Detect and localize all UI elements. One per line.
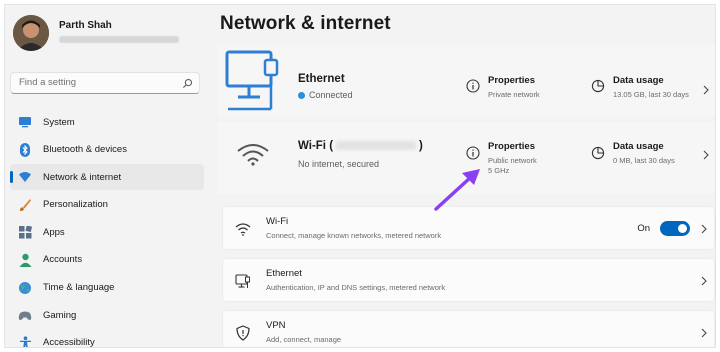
wifi-toggle-state: On	[637, 223, 650, 234]
wifi-properties-band: 5 GHz	[488, 166, 510, 175]
row-title: Ethernet	[266, 268, 302, 279]
chevron-right-icon	[703, 150, 709, 160]
wifi-name: Wi-Fi ()	[298, 140, 423, 152]
sidebar-item-accessibility[interactable]: Accessibility	[10, 330, 204, 348]
sidebar-nav: System Bluetooth & devices Network & int…	[10, 109, 204, 348]
user-name: Parth Shah	[59, 20, 112, 31]
wifi-settings-row[interactable]: Wi-Fi Connect, manage known networks, me…	[222, 206, 715, 250]
sidebar-item-accounts[interactable]: Accounts	[10, 247, 204, 273]
ethernet-usage-title: Data usage	[613, 75, 664, 86]
data-usage-icon	[591, 146, 605, 160]
person-icon	[18, 253, 32, 267]
avatar	[13, 15, 49, 51]
wifi-properties-title: Properties	[488, 141, 535, 152]
sidebar-item-label: Accounts	[43, 254, 83, 266]
sidebar-item-label: Personalization	[43, 199, 108, 211]
ethernet-computer-icon	[225, 50, 279, 111]
row-subtitle: Add, connect, manage	[266, 335, 342, 344]
ethernet-name: Ethernet	[298, 73, 345, 85]
info-icon	[466, 79, 480, 93]
wifi-icon	[235, 223, 251, 236]
ethernet-data-usage-link[interactable]: Data usage 13.05 GB, last 30 days	[591, 75, 715, 105]
search-input[interactable]	[19, 77, 179, 88]
bluetooth-icon	[18, 142, 32, 157]
wifi-usage-title: Data usage	[613, 141, 664, 152]
sidebar-item-label: Bluetooth & devices	[43, 144, 127, 156]
data-usage-icon	[591, 79, 605, 93]
wifi-toggle[interactable]	[660, 221, 690, 236]
main-content: Network & internet Ethernet Connected Pr…	[218, 5, 715, 347]
apps-icon	[18, 225, 32, 239]
wifi-signal-icon	[237, 144, 269, 166]
wifi-name-suffix: )	[419, 140, 423, 152]
wifi-properties-sub: Public network	[488, 156, 537, 165]
vpn-settings-row[interactable]: VPN Add, connect, manage	[222, 310, 715, 347]
ethernet-status-text: Connected	[309, 90, 353, 100]
sidebar-item-label: Apps	[43, 226, 65, 238]
wifi-name-prefix: Wi-Fi (	[298, 140, 334, 152]
ethernet-icon	[235, 274, 250, 288]
chevron-right-icon	[701, 328, 707, 338]
row-title: Wi-Fi	[266, 216, 289, 227]
sidebar-item-gaming[interactable]: Gaming	[10, 302, 204, 328]
ethernet-properties-link[interactable]: Properties Private network	[466, 75, 586, 105]
ethernet-properties-sub: Private network	[488, 90, 540, 99]
sidebar-item-apps[interactable]: Apps	[10, 219, 204, 245]
wifi-status: No internet, secured	[298, 159, 380, 169]
sidebar-item-label: Accessibility	[43, 337, 95, 348]
sidebar-item-label: Gaming	[43, 309, 77, 321]
user-email-redacted	[59, 36, 179, 43]
sidebar: Parth Shah System Bluetooth & devices	[5, 5, 210, 348]
wifi-ssid-redacted	[336, 141, 417, 150]
info-icon	[466, 146, 480, 160]
sidebar-item-label: System	[43, 116, 75, 128]
row-subtitle: Authentication, IP and DNS settings, met…	[266, 283, 446, 292]
shield-icon	[236, 325, 250, 341]
wifi-usage-sub: 0 MB, last 30 days	[613, 156, 675, 165]
wifi-data-usage-link[interactable]: Data usage 0 MB, last 30 days	[591, 141, 715, 171]
chevron-right-icon	[703, 85, 709, 95]
wifi-icon	[18, 170, 32, 184]
row-subtitle: Connect, manage known networks, metered …	[266, 231, 442, 240]
wifi-properties-link[interactable]: Properties Public network 5 GHz	[466, 141, 586, 179]
brush-icon	[18, 198, 32, 212]
chevron-right-icon	[701, 276, 707, 286]
sidebar-item-label: Network & internet	[43, 171, 122, 183]
settings-window: Parth Shah System Bluetooth & devices	[4, 4, 716, 348]
sidebar-item-time-language[interactable]: Time & language	[10, 275, 204, 301]
controller-icon	[18, 308, 32, 322]
sidebar-item-system[interactable]: System	[10, 109, 204, 135]
ethernet-summary-card: Ethernet Connected Properties Private ne…	[218, 45, 715, 117]
chevron-right-icon	[701, 224, 707, 234]
sidebar-item-network[interactable]: Network & internet	[10, 164, 204, 191]
monitor-icon	[18, 115, 32, 129]
ethernet-settings-row[interactable]: Ethernet Authentication, IP and DNS sett…	[222, 258, 715, 302]
ethernet-usage-sub: 13.05 GB, last 30 days	[613, 90, 689, 99]
row-title: VPN	[266, 320, 286, 331]
sidebar-item-personalization[interactable]: Personalization	[10, 192, 204, 218]
accessibility-icon	[18, 336, 32, 347]
search-box[interactable]	[10, 72, 200, 94]
globe-icon	[18, 281, 32, 295]
toggle-knob	[678, 224, 687, 233]
wifi-summary-card: Wi-Fi () No internet, secured Properties…	[218, 122, 715, 194]
connected-dot-icon	[298, 91, 305, 99]
ethernet-properties-title: Properties	[488, 75, 535, 86]
sidebar-item-bluetooth[interactable]: Bluetooth & devices	[10, 137, 204, 163]
sidebar-item-label: Time & language	[43, 282, 115, 294]
page-title: Network & internet	[220, 13, 391, 34]
search-icon	[183, 78, 193, 88]
user-profile[interactable]: Parth Shah	[13, 15, 203, 55]
ethernet-status: Connected	[298, 90, 353, 100]
